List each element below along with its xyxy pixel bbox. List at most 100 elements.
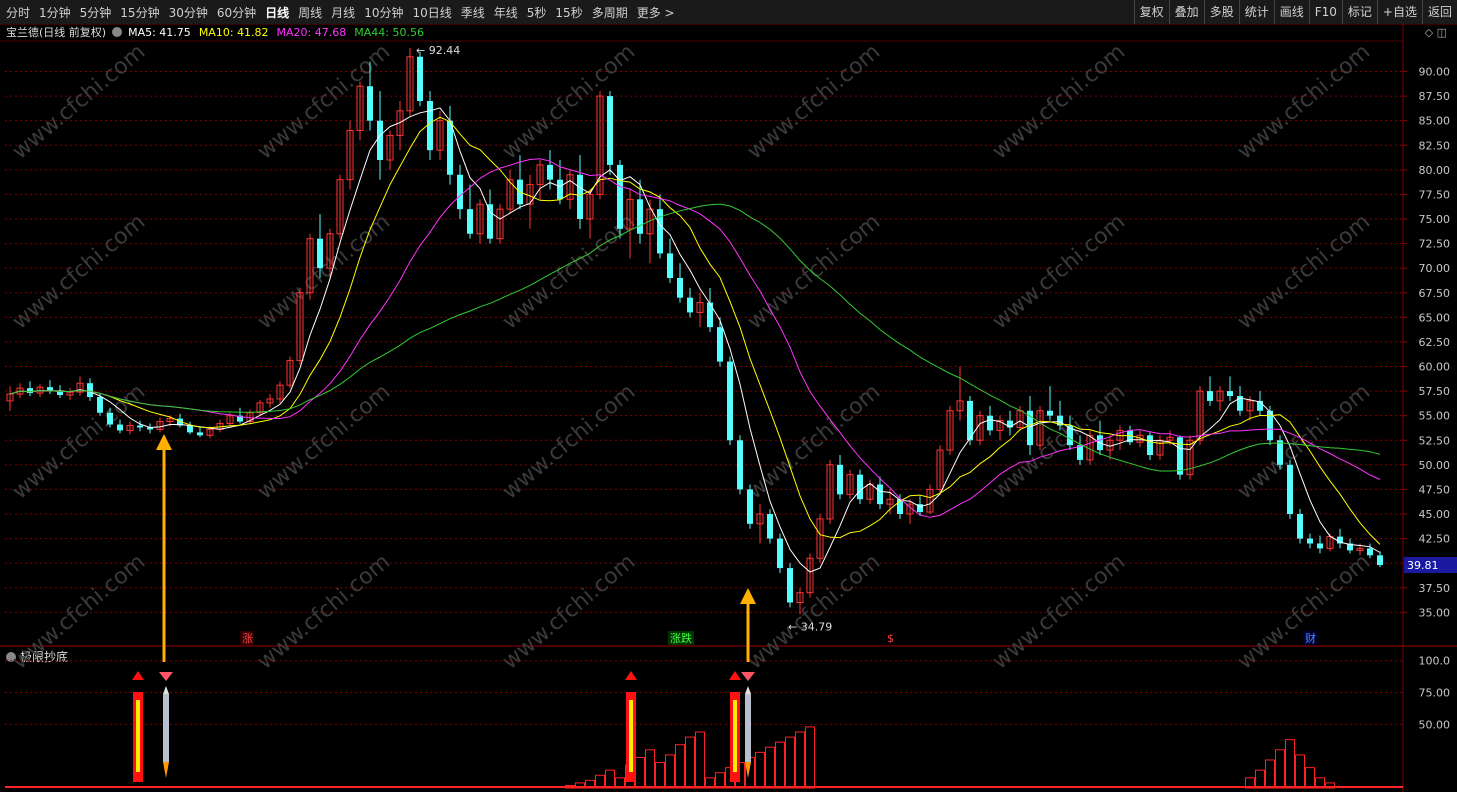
candle-body: [506, 179, 514, 210]
watermark-text: www.cfchi.com: [1233, 549, 1375, 674]
period-tab-6[interactable]: 日线: [265, 4, 289, 21]
candle-body: [457, 174, 463, 210]
period-tab-3[interactable]: 15分钟: [120, 4, 159, 21]
signal-triangle: [132, 671, 144, 680]
indicator-bar: [715, 772, 725, 789]
kline-chart[interactable]: 90.00 87.50 85.00 82.50 80.00 77.50 75.00 72.50…: [0, 0, 1457, 792]
action-button-6[interactable]: 标记: [1341, 0, 1377, 24]
action-button-4[interactable]: 画线: [1273, 0, 1309, 24]
y-tick-label: 40.00: [1419, 557, 1451, 570]
candle-body: [1347, 543, 1353, 551]
y-tick-label: 67.50: [1419, 287, 1451, 300]
candle-body: [216, 423, 224, 430]
period-tab-7[interactable]: 周线: [298, 4, 322, 21]
candle-body: [657, 209, 663, 254]
indicator-bar: [765, 746, 775, 789]
candle-body: [487, 204, 493, 239]
period-tab-11[interactable]: 季线: [461, 4, 485, 21]
high-price-label: ← 92.44: [416, 44, 460, 57]
candle-body: [436, 120, 444, 151]
candle-body: [1277, 440, 1283, 465]
action-button-3[interactable]: 统计: [1238, 0, 1274, 24]
period-tab-15[interactable]: 多周期: [592, 4, 628, 21]
sub-y-tick-label: 75.00: [1419, 687, 1451, 700]
action-button-8[interactable]: 返回: [1421, 0, 1457, 24]
watermark-text: www.cfchi.com: [988, 549, 1130, 674]
period-toolbar: 分时 1分钟 5分钟 15分钟 30分钟 60分钟 日线 周线 月线 10分钟 10日线 季线 年线 5秒…: [0, 0, 1457, 25]
candle-body: [826, 464, 834, 520]
candle-body: [717, 327, 723, 362]
action-button-5[interactable]: F10: [1308, 0, 1342, 24]
candle-body: [306, 238, 314, 294]
period-tab-9[interactable]: 10分钟: [364, 4, 403, 21]
ma5-label: MA5: 41.75: [128, 25, 191, 39]
candle-body: [596, 95, 604, 195]
candle-body: [187, 425, 193, 433]
candle-body: [696, 302, 704, 313]
candle-body: [467, 209, 473, 234]
settings-circle-icon[interactable]: [112, 27, 123, 37]
candle-body: [156, 421, 164, 430]
candle-body: [147, 427, 153, 430]
candle-body: [667, 253, 673, 278]
watermark-text: www.cfchi.com: [253, 209, 395, 334]
candle-body: [76, 382, 84, 393]
action-button-7[interactable]: +自选: [1376, 0, 1422, 24]
ma44-label: MA44: 50.56: [354, 25, 424, 39]
indicator-bar: [725, 767, 735, 789]
y-tick-label: 82.50: [1419, 139, 1451, 152]
y-tick-label: 62.50: [1419, 336, 1451, 349]
candle-body: [1337, 536, 1343, 544]
sub-indicator-title: 极限抄底: [20, 650, 69, 664]
period-tab-14[interactable]: 15秒: [555, 4, 582, 21]
sub-y-tick-label: 50.00: [1419, 718, 1451, 731]
candle-body: [796, 592, 804, 604]
action-button-2[interactable]: 多股: [1203, 0, 1239, 24]
period-tab-1[interactable]: 1分钟: [39, 4, 71, 21]
candle-body: [396, 110, 404, 136]
indicator-bar: [1305, 767, 1315, 789]
candle-body: [226, 415, 234, 425]
watermark-text: www.cfchi.com: [253, 39, 395, 164]
candle-body: [747, 489, 753, 524]
indicator-bar: [565, 784, 575, 789]
rocket-icon: [745, 694, 751, 762]
watermark-text: www.cfchi.com: [8, 379, 150, 504]
buy-arrow-1-head: [156, 434, 172, 450]
period-tab-10[interactable]: 10日线: [412, 4, 451, 21]
period-tab-16[interactable]: 更多 >: [637, 4, 675, 21]
y-tick-label: 45.00: [1419, 508, 1451, 521]
candle-body: [16, 387, 24, 395]
indicator-bar: [1285, 739, 1295, 789]
y-tick-label: 55.00: [1419, 410, 1451, 423]
period-tab-2[interactable]: 5分钟: [80, 4, 112, 21]
ma44-line: [9, 203, 1381, 472]
candle-body: [866, 484, 874, 500]
candle-body: [117, 424, 123, 431]
candle-body: [727, 361, 733, 441]
candle-body: [47, 387, 53, 392]
candle-body: [57, 391, 63, 396]
y-tick-label: 65.00: [1419, 311, 1451, 324]
event-marker: 涨: [242, 632, 253, 645]
action-button-1[interactable]: 叠加: [1168, 0, 1204, 24]
candle-body: [1257, 400, 1263, 411]
panel-icons[interactable]: ◇ ◫: [1425, 26, 1447, 39]
period-tab-13[interactable]: 5秒: [527, 4, 547, 21]
period-tab-8[interactable]: 月线: [331, 4, 355, 21]
candle-body: [97, 396, 103, 413]
candle-body: [6, 393, 14, 402]
period-tab-12[interactable]: 年线: [494, 4, 518, 21]
candle-body: [36, 386, 44, 394]
indicator-settings-icon[interactable]: [6, 652, 16, 662]
candle-body: [857, 474, 863, 500]
period-tab-4[interactable]: 30分钟: [169, 4, 208, 21]
candle-body: [1156, 439, 1164, 456]
candle-body: [1246, 400, 1254, 412]
period-tab-5[interactable]: 60分钟: [217, 4, 256, 21]
candle-body: [1307, 538, 1313, 544]
period-tab-0[interactable]: 分时: [6, 4, 30, 21]
action-button-0[interactable]: 复权: [1133, 0, 1169, 24]
period-tabs: 分时 1分钟 5分钟 15分钟 30分钟 60分钟 日线 周线 月线 10分钟 10日线 季线 年线 5秒…: [6, 0, 684, 24]
indicator-bar: [1255, 769, 1265, 789]
